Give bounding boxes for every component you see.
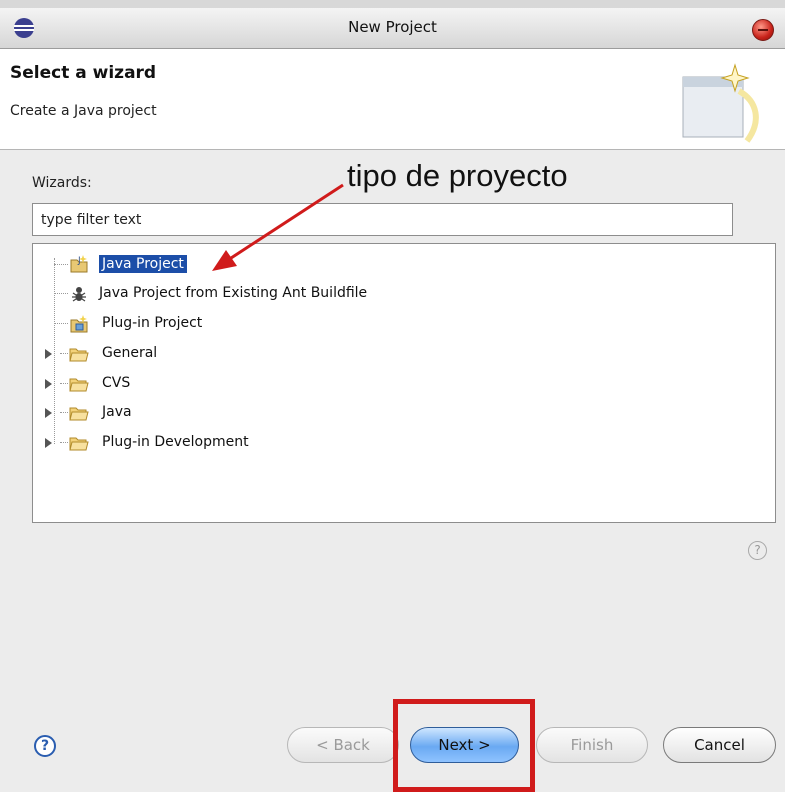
tree-item-ant-project[interactable]: Java Project from Existing Ant Buildfile (33, 280, 775, 308)
window-title: New Project (348, 18, 437, 36)
wizard-banner-icon (682, 63, 759, 143)
finish-button[interactable]: Finish (536, 727, 648, 763)
help-icon[interactable]: ? (748, 541, 767, 560)
folder-icon (69, 378, 89, 392)
expand-arrow-icon[interactable] (45, 349, 52, 359)
page-title: Select a wizard (10, 63, 157, 83)
plugin-project-icon (70, 315, 88, 333)
expand-arrow-icon[interactable] (45, 379, 52, 389)
annotation-label: tipo de proyecto (347, 158, 568, 193)
tree-item-label: CVS (102, 375, 131, 391)
wizard-tree[interactable]: J Java Project Java Project from Existin… (32, 243, 776, 523)
folder-icon (69, 348, 89, 362)
back-button[interactable]: < Back (287, 727, 399, 763)
title-bar: New Project (0, 8, 785, 49)
filter-input[interactable]: type filter text (32, 203, 733, 236)
svg-text:J: J (77, 256, 81, 266)
expand-arrow-icon[interactable] (45, 408, 52, 418)
help-button[interactable]: ? (34, 735, 56, 757)
tree-item-label: General (102, 345, 158, 361)
tree-item-plugin-project[interactable]: Plug-in Project (33, 310, 775, 338)
tree-item-general[interactable]: General (33, 340, 775, 368)
close-button[interactable] (752, 19, 774, 41)
tree-item-label: Plug-in Development (102, 434, 249, 450)
next-highlight-box (393, 699, 535, 792)
tree-item-java[interactable]: Java (33, 399, 775, 427)
tree-item-java-project[interactable]: J Java Project (33, 250, 775, 278)
tree-item-label: Java (102, 404, 132, 420)
java-project-icon: J (70, 255, 88, 273)
tree-item-label: Java Project from Existing Ant Buildfile (99, 285, 368, 301)
wizard-header: Select a wizard Create a Java project (0, 49, 785, 150)
tree-item-plugin-development[interactable]: Plug-in Development (33, 429, 775, 457)
wizards-label: Wizards: (32, 175, 92, 191)
page-description: Create a Java project (10, 103, 157, 119)
tree-item-label: Java Project (99, 255, 187, 273)
cancel-button[interactable]: Cancel (663, 727, 776, 763)
expand-arrow-icon[interactable] (45, 438, 52, 448)
ant-icon (72, 287, 86, 302)
folder-icon (69, 437, 89, 451)
tree-item-label: Plug-in Project (102, 315, 203, 331)
folder-icon (69, 407, 89, 421)
tree-item-cvs[interactable]: CVS (33, 370, 775, 398)
